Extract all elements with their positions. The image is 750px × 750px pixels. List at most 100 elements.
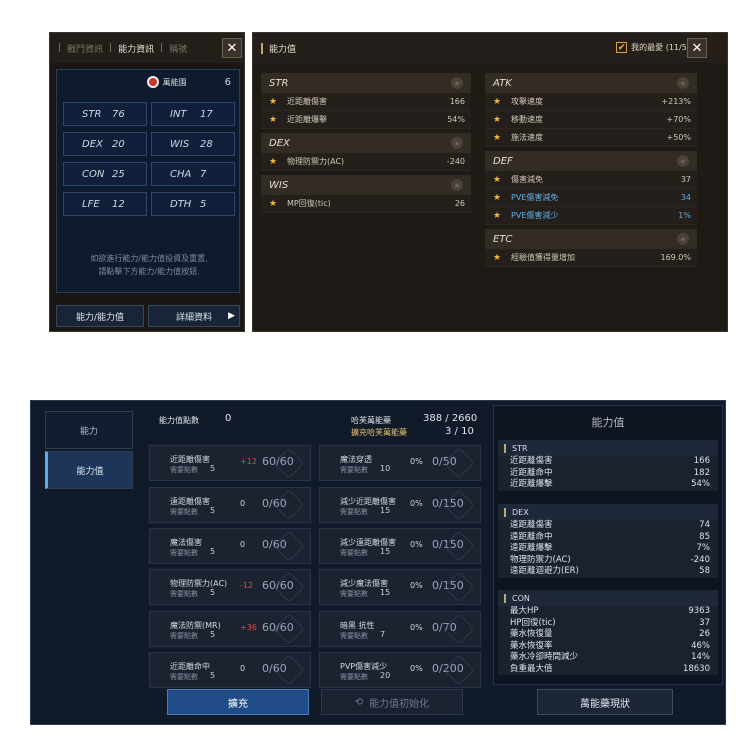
star-icon[interactable]: ★ — [493, 211, 511, 221]
hexagon-icon — [273, 654, 305, 686]
stat-card[interactable]: 魔法傷害 需要點數 5 0 0/60 — [149, 528, 311, 564]
refresh-icon: ⟲ — [354, 696, 364, 708]
list-item: ★ PVE傷害減少 1% — [485, 207, 697, 225]
detail-button[interactable]: 詳細資料 ▶ — [148, 305, 240, 327]
need-value: 5 — [210, 547, 216, 556]
row-name: 近距離爆擊 — [287, 115, 327, 124]
row-name: 藥水冷卻時間減少 — [510, 652, 579, 662]
group-name: STR — [269, 77, 289, 89]
tab-battle-info[interactable]: 戰鬥資訊 — [67, 42, 103, 55]
card-name: 物理防禦力(AC) — [170, 579, 228, 588]
stat-card[interactable]: 暗黑 抗性 需要點數 7 0% 0/70 — [319, 611, 481, 647]
stat-key: LFE — [82, 198, 100, 210]
summary-row: 近距離爆擊 54% — [498, 479, 718, 491]
star-icon[interactable]: ★ — [493, 193, 511, 203]
close-icon[interactable]: ✕ — [687, 38, 707, 58]
stat-card[interactable]: 近距離傷害 需要點數 5 +12 60/60 — [149, 445, 311, 481]
need-label: 需要點數 — [340, 466, 368, 474]
row-value: +213% — [661, 97, 691, 106]
star-icon[interactable]: ★ — [677, 77, 689, 89]
row-name: 移動速度 — [511, 115, 543, 124]
row-value: 166 — [449, 97, 465, 106]
row-value: 85 — [699, 531, 710, 542]
row-value: 18630 — [682, 663, 710, 674]
star-icon[interactable]: ★ — [493, 133, 511, 143]
need-value: 15 — [380, 506, 391, 515]
need-label: 需要點數 — [170, 466, 198, 474]
header-bar — [504, 507, 506, 517]
stat-box: 萬能園 6 STR 76 INT 17 DEX 20 WIS 28 CON 25 CHA 7… — [56, 69, 240, 293]
section-header: CON — [498, 590, 718, 606]
group-name: ATK — [493, 77, 512, 89]
star-icon[interactable]: ★ — [677, 233, 689, 245]
card-name: 遠距離傷害 — [170, 497, 210, 506]
row-value: 9363 — [688, 606, 710, 616]
ability-button[interactable]: 能力/能力值 — [56, 305, 144, 327]
row-name: HP回復(tic) — [510, 617, 556, 628]
star-icon[interactable]: ★ — [269, 97, 287, 107]
delta-value: 0% — [410, 623, 423, 632]
star-icon[interactable]: ★ — [451, 77, 463, 89]
expand-button[interactable]: 擴充 — [167, 689, 309, 715]
stat-card[interactable]: 減少遠距離傷害 需要點數 15 0% 0/150 — [319, 528, 481, 564]
star-icon[interactable]: ★ — [493, 97, 511, 107]
delta-value: 0% — [410, 581, 423, 590]
panel-title: 能力值 — [269, 44, 297, 55]
stat-key: WIS — [170, 138, 190, 150]
star-icon[interactable]: ★ — [269, 115, 287, 125]
points-label: 能力值點數 — [159, 416, 199, 425]
header-bar — [504, 443, 506, 453]
need-label: 需要點數 — [170, 632, 198, 640]
potion-status-button[interactable]: 萬能藥現狀 — [537, 689, 673, 715]
stat-card[interactable]: 近距離命中 需要點數 5 0 0/60 — [149, 652, 311, 688]
star-icon[interactable]: ★ — [677, 155, 689, 167]
reset-stats-button[interactable]: ⟲ 能力值初始化 — [321, 689, 463, 715]
hint-line: 請點擊下方能力/能力值按鈕. — [98, 267, 200, 276]
row-name: 近距離傷害 — [287, 97, 327, 106]
star-icon[interactable]: ★ — [269, 157, 287, 167]
hexagon-icon — [273, 530, 305, 562]
star-icon[interactable]: ★ — [493, 253, 511, 263]
hexagon-icon — [443, 571, 475, 603]
potion-value: 388 / 2660 — [423, 413, 478, 424]
side-tab-stat-value[interactable]: 能力值 — [45, 451, 133, 489]
stat-card[interactable]: PVP傷害減少 需要點數 20 0% 0/200 — [319, 652, 481, 688]
stat-value: 12 — [112, 198, 125, 210]
summary-row: 遠距離迴避力(ER) 58 — [498, 566, 718, 578]
summary-title: 能力值 — [591, 416, 625, 429]
close-icon[interactable]: ✕ — [222, 38, 242, 58]
row-value: 166 — [693, 456, 710, 466]
star-icon[interactable]: ★ — [269, 199, 287, 209]
group-header-def: DEF ★ — [485, 151, 697, 171]
card-name: 魔法穿透 — [340, 455, 372, 464]
stat-card[interactable]: 物理防禦力(AC) 需要點數 5 -12 60/60 — [149, 569, 311, 605]
stat-card[interactable]: 減少近距離傷害 需要點數 15 0% 0/150 — [319, 487, 481, 523]
play-icon: ▶ — [228, 311, 235, 321]
row-value: 169.0% — [660, 253, 691, 262]
stat-key: INT — [170, 108, 187, 120]
tab-ability-info[interactable]: 能力資訊 — [118, 42, 154, 55]
summary-row: 藥水冷卻時間減少 14% — [498, 652, 718, 664]
stat-value: 17 — [200, 108, 213, 120]
row-value: 182 — [693, 467, 710, 478]
favorite-toggle[interactable]: ✔ 我的最愛 (11/50) — [616, 42, 695, 53]
star-icon[interactable]: ★ — [451, 179, 463, 191]
stat-dth: DTH 5 — [151, 192, 235, 216]
need-value: 5 — [210, 630, 216, 639]
side-tab-ability[interactable]: 能力 — [45, 411, 133, 449]
list-item: ★ 近距離爆擊 54% — [261, 111, 471, 129]
tab-title[interactable]: 稱號 — [169, 42, 187, 55]
stat-card[interactable]: 魔法防禦(MR) 需要點數 5 +36 60/60 — [149, 611, 311, 647]
stat-card[interactable]: 魔法穿透 需要點數 10 0% 0/50 — [319, 445, 481, 481]
row-value: 26 — [699, 629, 710, 639]
stat-card[interactable]: 遠距離傷害 需要點數 5 0 0/60 — [149, 487, 311, 523]
need-value: 5 — [210, 671, 216, 680]
row-value: +70% — [666, 115, 691, 124]
stat-key: CON — [82, 168, 105, 180]
star-icon[interactable]: ★ — [493, 115, 511, 125]
star-icon[interactable]: ★ — [493, 175, 511, 185]
star-icon[interactable]: ★ — [451, 137, 463, 149]
stat-card[interactable]: 減少魔法傷害 需要點數 15 0% 0/150 — [319, 569, 481, 605]
hint-line: 如欲進行能力/能力值投資及重置, — [90, 254, 208, 263]
reset-label: 能力值初始化 — [369, 698, 430, 710]
